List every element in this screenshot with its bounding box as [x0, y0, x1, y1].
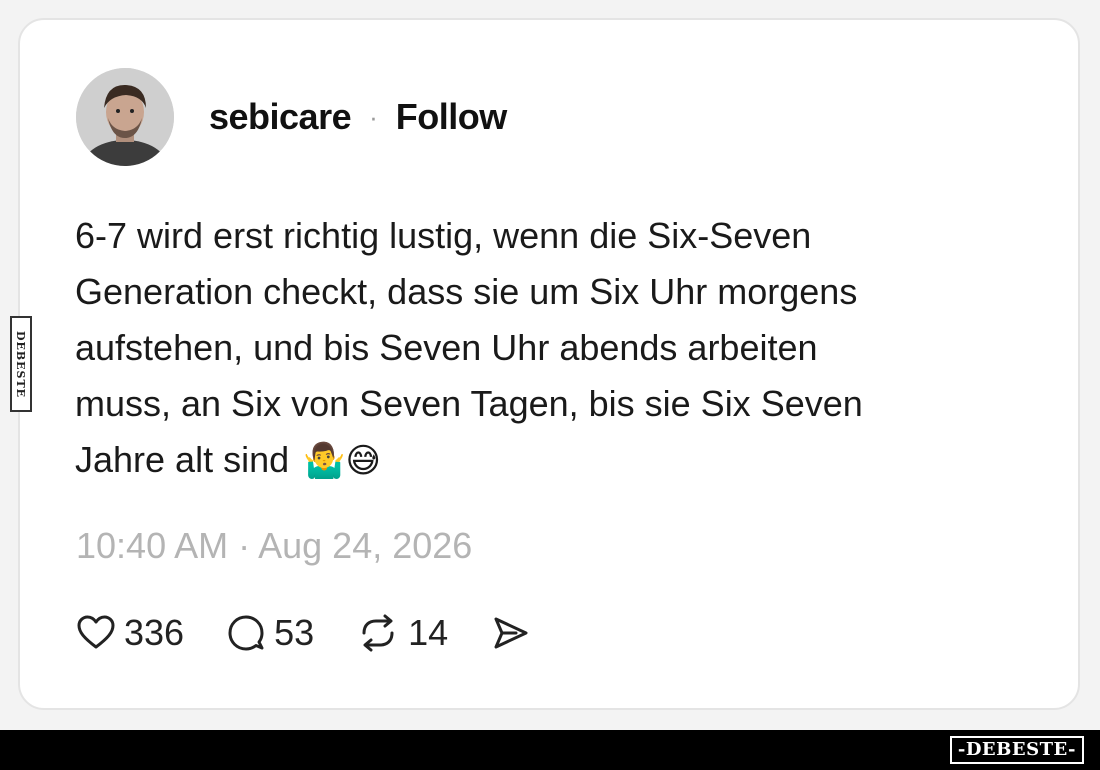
separator-dot: · [369, 101, 378, 132]
avatar[interactable] [76, 68, 174, 166]
like-count: 336 [124, 612, 185, 653]
action-bar: 336 53 14 [76, 612, 572, 654]
post-text-line: muss, an Six von Seven Tagen, bis sie Si… [75, 383, 863, 424]
post-timestamp[interactable]: 10:40 AM · Aug 24, 2026 [76, 525, 472, 567]
post-text-line: Jahre alt sind [75, 439, 290, 480]
side-watermark-text: DEBESTE [14, 330, 28, 398]
send-arrow-icon [494, 617, 528, 649]
post-text-line: 6-7 wird erst richtig lustig, wenn die S… [75, 215, 812, 256]
like-button[interactable]: 336 [76, 612, 184, 654]
repost-button[interactable]: 14 [356, 612, 448, 654]
post-card: sebicare · Follow 6-7 wird erst richtig … [18, 18, 1080, 710]
post-text: 6-7 wird erst richtig lustig, wenn die S… [75, 208, 975, 489]
username[interactable]: sebicare [209, 96, 352, 138]
comment-button[interactable]: 53 [226, 612, 314, 654]
post-text-line: Generation checkt, dass sie um Six Uhr m… [75, 271, 858, 312]
page: sebicare · Follow 6-7 wird erst richtig … [0, 0, 1100, 770]
speech-bubble-icon [228, 615, 264, 651]
heart-icon [77, 615, 115, 649]
side-watermark: DEBESTE [10, 316, 32, 412]
post-text-line: aufstehen, und bis Seven Uhr abends arbe… [75, 327, 818, 368]
bottom-bar: -DEBESTE- [0, 730, 1100, 770]
follow-button[interactable]: Follow [396, 96, 507, 138]
repost-arrows-icon [362, 614, 394, 652]
share-button[interactable] [490, 613, 530, 653]
comment-count: 53 [274, 612, 315, 653]
debeste-logo: -DEBESTE- [949, 736, 1084, 764]
post-header: sebicare · Follow [76, 68, 507, 166]
emoji-shrug-sweat: 🤷‍♂️😅 [303, 442, 381, 480]
repost-count: 14 [408, 612, 449, 653]
avatar-image [76, 68, 174, 166]
